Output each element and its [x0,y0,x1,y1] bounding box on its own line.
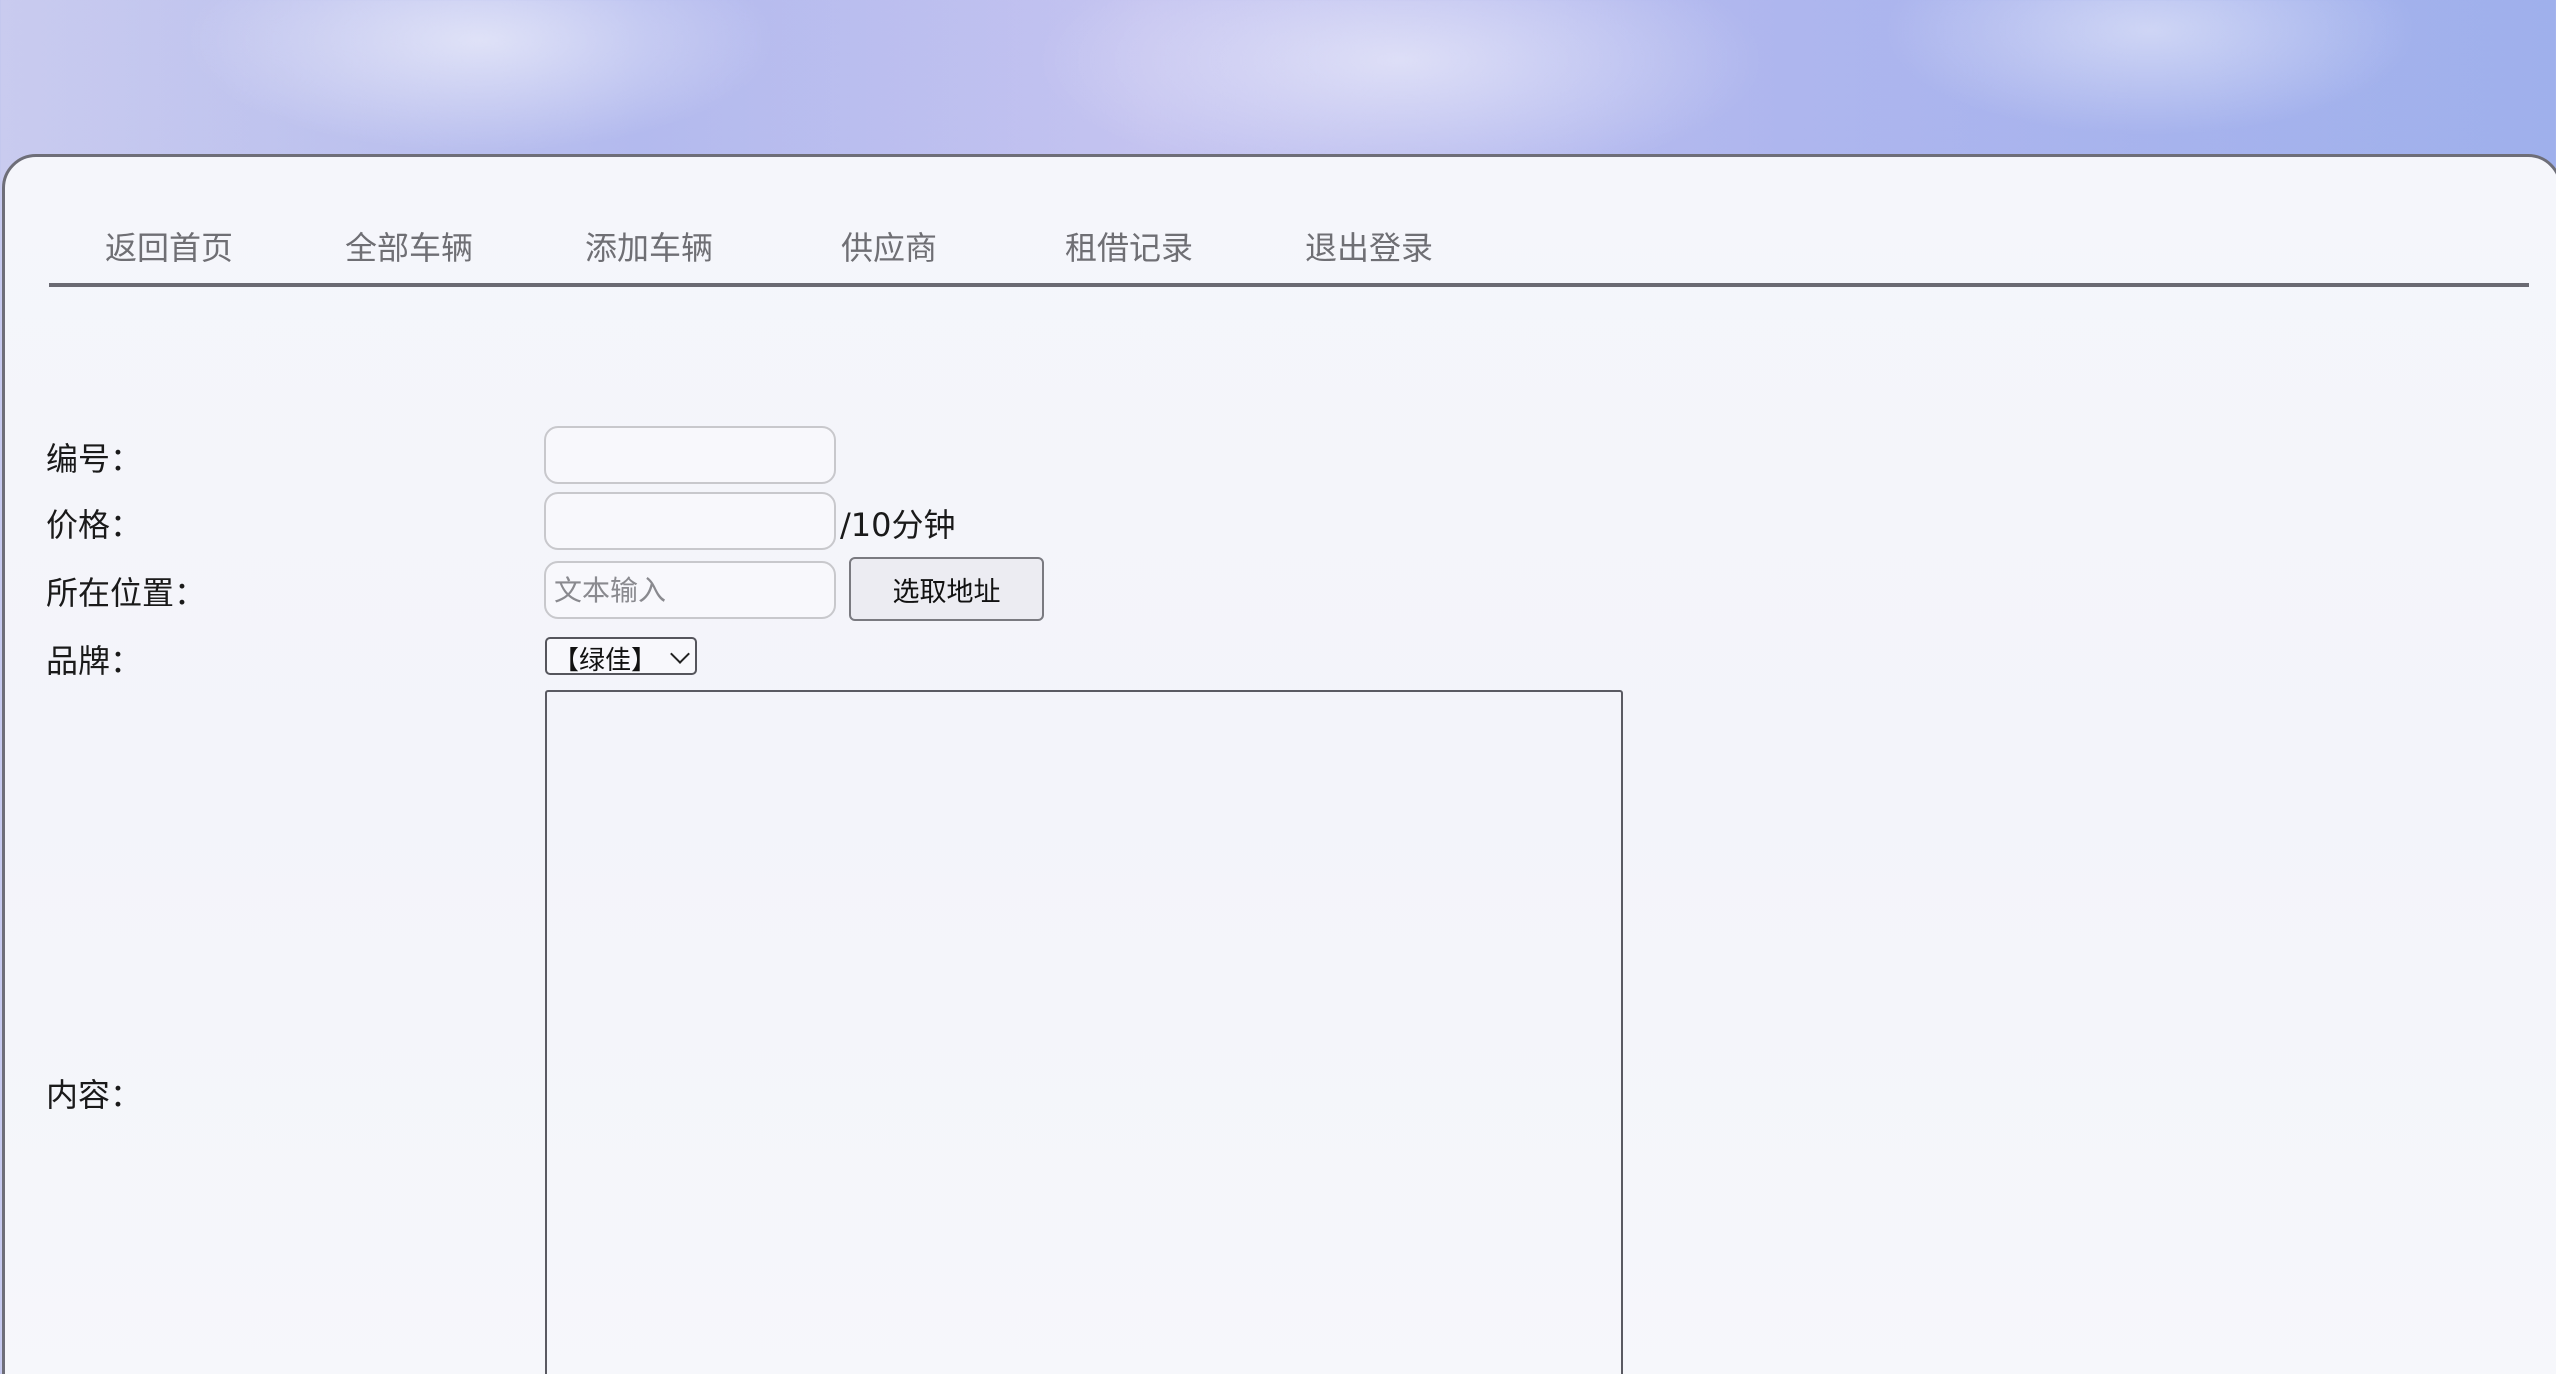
nav-item-logout[interactable]: 退出登录 [1305,223,1433,269]
brand-selected-value: 【绿佳】 [553,646,658,676]
price-input[interactable] [544,492,836,550]
location-label: 所在位置： [46,574,207,612]
content-textarea[interactable] [545,690,1623,1374]
top-nav: 返回首页 全部车辆 添加车辆 供应商 租借记录 退出登录 [49,187,2529,287]
brand-select[interactable]: 【绿佳】 [545,637,697,676]
id-label: 编号： [46,440,143,478]
brand-label: 品牌： [46,642,143,680]
nav-item-all-vehicles[interactable]: 全部车辆 [345,223,473,269]
price-label: 价格： [46,506,143,544]
pick-address-button[interactable]: 选取地址 [849,557,1044,621]
nav-item-rental-records[interactable]: 租借记录 [1065,223,1193,269]
nav-item-home[interactable]: 返回首页 [105,223,233,269]
chevron-down-icon [670,644,690,664]
price-unit: /10分钟 [840,506,956,544]
nav-item-add-vehicle[interactable]: 添加车辆 [585,223,713,269]
content-label: 内容： [46,1076,143,1114]
id-input[interactable] [544,426,836,484]
location-input[interactable] [544,561,836,619]
nav-item-suppliers[interactable]: 供应商 [841,223,937,269]
